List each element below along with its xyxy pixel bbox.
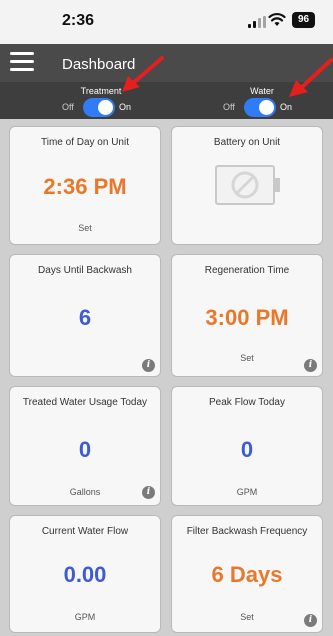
unit-label: Gallons <box>69 487 101 497</box>
card-days-until-backwash[interactable]: Days Until Backwash 6 i <box>9 254 161 377</box>
treated-water-usage-value: 0 <box>78 437 92 462</box>
unit-label: GPM <box>236 487 258 497</box>
time-of-day-value: 2:36 PM <box>43 174 127 199</box>
card-time-of-day[interactable]: Time of Day on Unit 2:36 PM Set <box>9 126 161 245</box>
card-battery[interactable]: Battery on Unit <box>171 126 323 245</box>
info-icon[interactable]: i <box>142 486 155 499</box>
card-treated-water-usage[interactable]: Treated Water Usage Today 0 Gallons i <box>9 386 161 506</box>
treatment-toggle[interactable] <box>83 98 115 117</box>
card-filter-backwash-frequency[interactable]: Filter Backwash Frequency 6 Days Set i <box>171 515 323 633</box>
app-bar: Dashboard Treatment Off On Water Off On <box>0 44 333 119</box>
set-link[interactable]: Set <box>10 223 160 233</box>
water-toggle[interactable] <box>244 98 276 117</box>
info-icon[interactable]: i <box>304 359 317 372</box>
card-title: Days Until Backwash <box>38 265 132 276</box>
treatment-on-label: On <box>119 102 132 112</box>
card-current-water-flow[interactable]: Current Water Flow 0.00 GPM <box>9 515 161 633</box>
signal-icon <box>248 16 266 28</box>
card-title: Peak Flow Today <box>209 397 285 408</box>
battery-unavailable-icon <box>215 165 280 205</box>
app-bar-top: Dashboard <box>0 44 333 82</box>
battery-indicator: 96 <box>292 12 315 28</box>
card-peak-flow[interactable]: Peak Flow Today 0 GPM <box>171 386 323 506</box>
filter-backwash-frequency-value: 6 Days <box>211 562 283 587</box>
card-title: Regeneration Time <box>204 265 290 276</box>
set-link[interactable]: Set <box>172 353 322 363</box>
dashboard-grid: Time of Day on Unit 2:36 PM Set Battery … <box>0 119 333 636</box>
status-time: 2:36 <box>62 12 95 29</box>
current-water-flow-value: 0.00 <box>63 562 107 587</box>
days-until-backwash-value: 6 <box>78 305 92 330</box>
status-bar: 2:36 96 <box>0 0 333 44</box>
card-title: Filter Backwash Frequency <box>186 526 308 537</box>
unit-label: GPM <box>74 612 96 622</box>
treatment-off-label: Off <box>62 102 74 112</box>
water-on-label: On <box>280 102 293 112</box>
wifi-icon <box>268 12 286 26</box>
annotation-arrow-water <box>289 58 333 97</box>
info-icon[interactable]: i <box>142 359 155 372</box>
water-off-label: Off <box>223 102 235 112</box>
menu-icon[interactable] <box>10 52 34 72</box>
card-title: Current Water Flow <box>41 526 129 537</box>
regeneration-time-value: 3:00 PM <box>205 305 289 330</box>
card-title: Battery on Unit <box>213 137 281 148</box>
peak-flow-value: 0 <box>240 437 254 462</box>
card-title: Treated Water Usage Today <box>22 397 148 408</box>
card-title: Time of Day on Unit <box>41 137 129 148</box>
card-regeneration-time[interactable]: Regeneration Time 3:00 PM Set i <box>171 254 323 377</box>
set-link[interactable]: Set <box>172 612 322 622</box>
annotation-arrow-treatment <box>122 56 164 92</box>
info-icon[interactable]: i <box>304 614 317 627</box>
